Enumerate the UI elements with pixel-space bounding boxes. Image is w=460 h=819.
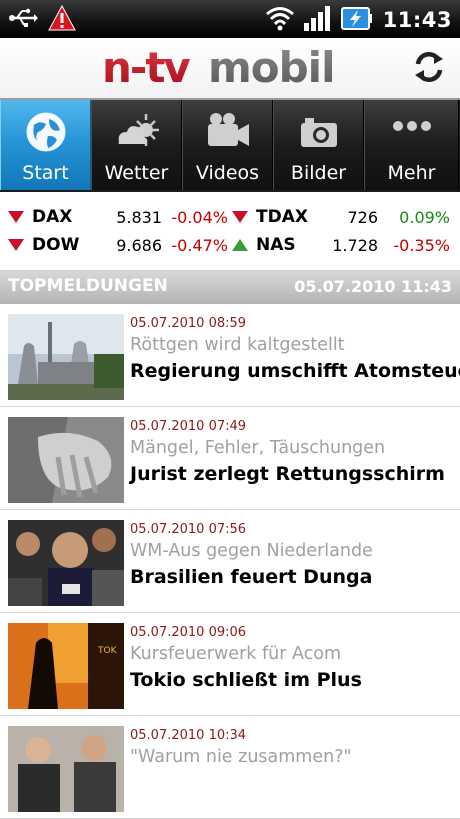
news-headline: Jurist zerlegt Rettungsschirm — [130, 463, 445, 485]
ticker-value: 726 — [347, 208, 378, 227]
tab-mehr[interactable]: Mehr — [364, 100, 459, 190]
ticker-value: 1.728 — [332, 236, 378, 255]
ticker-name: TDAX — [256, 207, 308, 227]
news-kicker: Mängel, Fehler, Täuschungen — [130, 438, 386, 458]
news-timestamp: 05.07.2010 07:49 — [130, 419, 247, 434]
news-item[interactable]: TOK 05.07.2010 09:06 Kursfeuerwerk für A… — [0, 613, 460, 716]
market-ticker: DAX 5.831 -0.04% TDAX 726 0.09% DOW 9.68… — [0, 202, 460, 260]
ticker-item-nas[interactable]: NAS 1.728 -0.35% — [232, 232, 450, 258]
ticker-item-dow[interactable]: DOW 9.686 -0.47% — [8, 232, 228, 258]
ticker-value: 9.686 — [116, 236, 162, 255]
ticker-name: DAX — [32, 207, 73, 227]
news-timestamp: 05.07.2010 10:34 — [130, 728, 247, 743]
refresh-icon — [415, 51, 443, 83]
news-timestamp: 05.07.2010 08:59 — [130, 316, 247, 331]
arrow-down-icon — [8, 211, 24, 223]
refresh-button[interactable] — [412, 50, 446, 88]
tab-bilder[interactable]: Bilder — [273, 100, 364, 190]
ticker-name: NAS — [256, 235, 296, 255]
signal-icon — [303, 4, 333, 36]
svg-text:TOK: TOK — [97, 646, 118, 656]
tab-label: Mehr — [387, 162, 436, 184]
ticker-change: -0.35% — [393, 236, 450, 255]
news-headline: Tokio schließt im Plus — [130, 669, 362, 691]
ticker-change: -0.04% — [171, 208, 228, 227]
battery-charging-icon — [340, 4, 373, 36]
weather-icon — [117, 114, 159, 146]
tab-label: Videos — [195, 162, 260, 184]
arrow-down-icon — [8, 239, 24, 251]
ticker-name: DOW — [32, 235, 80, 255]
news-item[interactable]: 05.07.2010 08:59 Röttgen wird kaltgestel… — [0, 304, 460, 407]
news-thumbnail — [8, 520, 124, 606]
news-timestamp: 05.07.2010 07:56 — [130, 522, 247, 537]
news-thumbnail: TOK — [8, 623, 124, 709]
ntv-mobil-logo: n-tv mobil — [100, 40, 360, 96]
usb-icon — [8, 6, 38, 34]
section-title: TOPMELDUNGEN — [8, 276, 168, 296]
news-thumbnail — [8, 726, 124, 812]
section-header: TOPMELDUNGEN 05.07.2010 11:43 — [0, 270, 460, 305]
app-header: n-tv mobil — [0, 38, 460, 98]
wifi-icon — [265, 5, 295, 35]
photo-camera-icon — [300, 118, 337, 147]
news-kicker: Kursfeuerwerk für Acom — [130, 644, 342, 664]
news-list: 05.07.2010 08:59 Röttgen wird kaltgestel… — [0, 304, 460, 819]
news-item[interactable]: 05.07.2010 07:49 Mängel, Fehler, Täuschu… — [0, 407, 460, 510]
globe-icon — [26, 112, 65, 152]
tab-start[interactable]: Start — [0, 100, 91, 190]
tab-videos[interactable]: Videos — [182, 100, 273, 190]
arrow-down-icon — [232, 211, 248, 223]
tab-bar: Start Wetter Videos Bilder Mehr — [0, 98, 460, 192]
tab-label: Bilder — [290, 162, 347, 184]
news-kicker: WM-Aus gegen Niederlande — [130, 541, 373, 561]
ticker-item-tdax[interactable]: TDAX 726 0.09% — [232, 204, 450, 230]
section-date: 05.07.2010 11:43 — [294, 277, 452, 296]
news-headline: Regierung umschifft Atomsteuer — [130, 360, 460, 382]
clock: 11:43 — [382, 8, 452, 32]
news-thumbnail — [8, 417, 124, 503]
ticker-change: 0.09% — [399, 208, 450, 227]
video-camera-icon — [207, 113, 249, 146]
news-item[interactable]: 05.07.2010 07:56 WM-Aus gegen Niederland… — [0, 510, 460, 613]
svg-text:n-tv: n-tv — [102, 43, 190, 92]
warning-icon — [48, 4, 76, 35]
ticker-item-dax[interactable]: DAX 5.831 -0.04% — [8, 204, 228, 230]
news-kicker: "Warum nie zusammen?" — [130, 747, 352, 767]
arrow-up-icon — [232, 239, 248, 251]
status-bar: 11:43 — [0, 0, 460, 38]
svg-text:mobil: mobil — [208, 43, 334, 92]
news-timestamp: 05.07.2010 09:06 — [130, 625, 247, 640]
more-icon — [392, 121, 431, 131]
ticker-value: 5.831 — [116, 208, 162, 227]
news-thumbnail — [8, 314, 124, 400]
tab-label: Wetter — [104, 162, 169, 184]
news-headline: Brasilien feuert Dunga — [130, 566, 373, 588]
tab-label: Start — [22, 162, 69, 184]
ticker-change: -0.47% — [171, 236, 228, 255]
news-kicker: Röttgen wird kaltgestellt — [130, 335, 345, 355]
tab-wetter[interactable]: Wetter — [91, 100, 182, 190]
